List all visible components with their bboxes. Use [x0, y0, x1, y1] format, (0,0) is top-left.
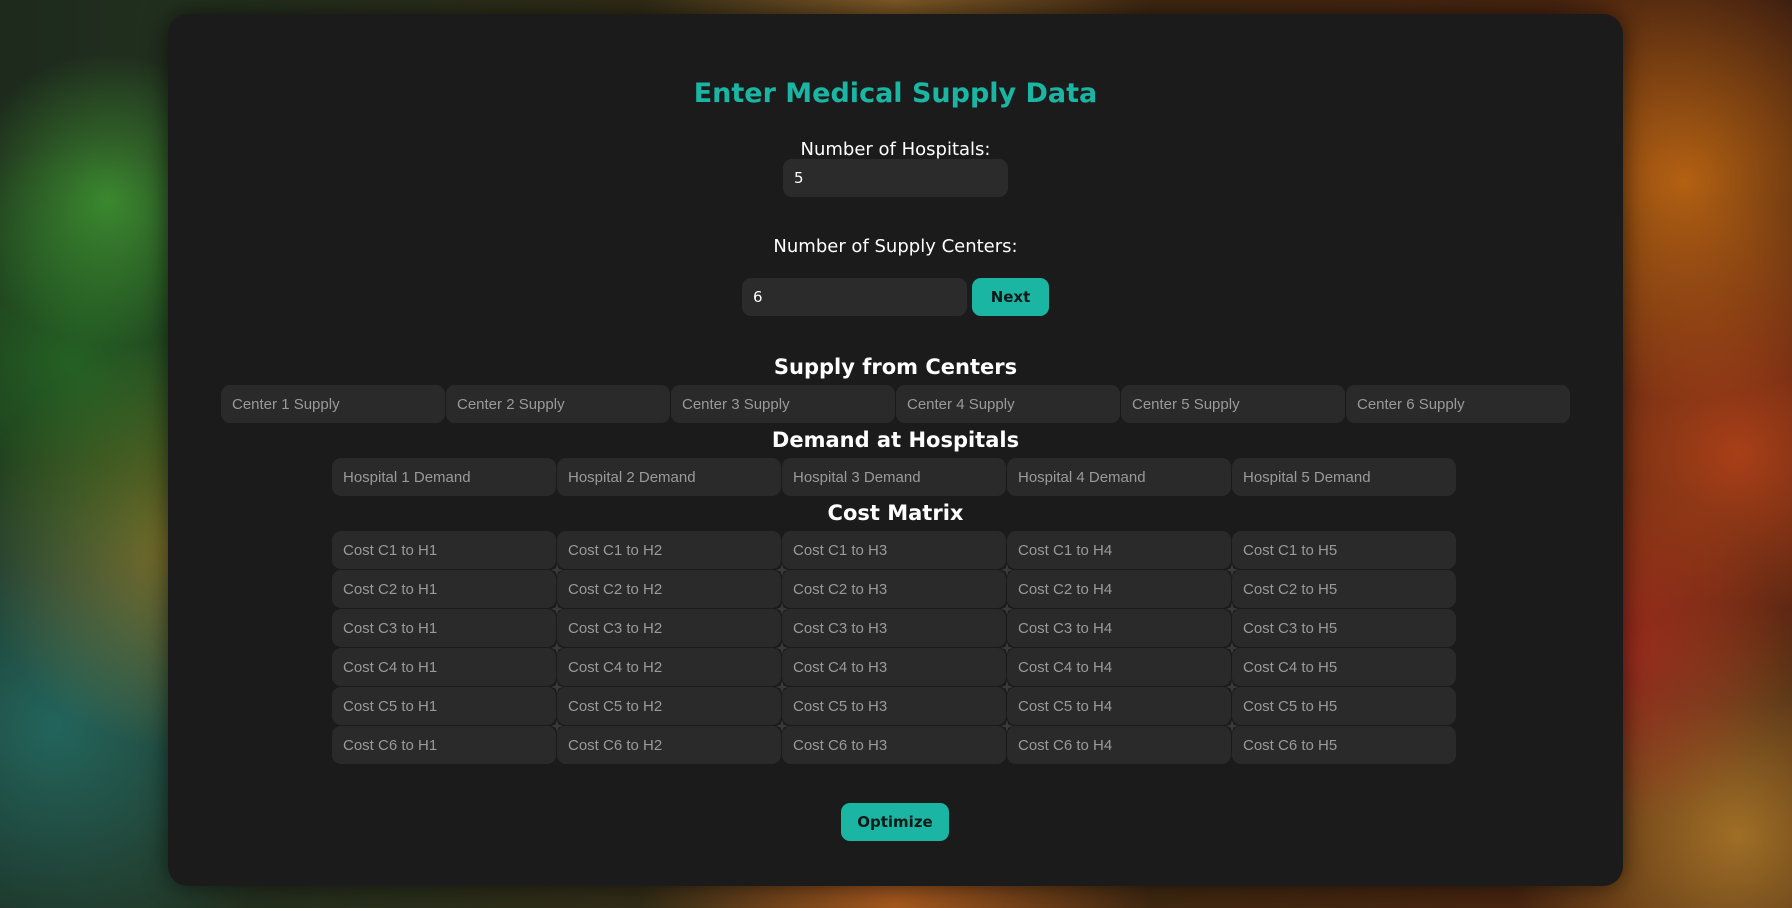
- cost-input[interactable]: [1007, 648, 1231, 686]
- center-supply-input[interactable]: [446, 385, 670, 423]
- hospital-demand-input[interactable]: [557, 458, 781, 496]
- demand-section-title: Demand at Hospitals: [771, 428, 1020, 452]
- cost-input[interactable]: [782, 531, 1006, 569]
- cost-input[interactable]: [1232, 609, 1456, 647]
- cost-matrix-row: [332, 648, 1456, 686]
- cost-input[interactable]: [1007, 726, 1231, 764]
- supply-data-panel: Enter Medical Supply Data Number of Hosp…: [168, 14, 1623, 886]
- center-supply-input[interactable]: [221, 385, 445, 423]
- cost-matrix: [332, 531, 1456, 765]
- cost-input[interactable]: [1007, 570, 1231, 608]
- cost-input[interactable]: [1232, 531, 1456, 569]
- cost-input[interactable]: [332, 687, 556, 725]
- cost-input[interactable]: [557, 609, 781, 647]
- cost-input[interactable]: [782, 726, 1006, 764]
- hospitals-count-input[interactable]: [783, 159, 1008, 197]
- center-supply-input[interactable]: [671, 385, 895, 423]
- hospital-demand-input[interactable]: [332, 458, 556, 496]
- supply-inputs-row: [221, 385, 1570, 423]
- cost-input[interactable]: [782, 687, 1006, 725]
- center-supply-input[interactable]: [1346, 385, 1570, 423]
- supply-section-title: Supply from Centers: [773, 355, 1018, 379]
- cost-input[interactable]: [1007, 609, 1231, 647]
- cost-matrix-row: [332, 609, 1456, 647]
- cost-input[interactable]: [332, 726, 556, 764]
- centers-count-input[interactable]: [742, 278, 967, 316]
- cost-matrix-row: [332, 726, 1456, 764]
- center-supply-input[interactable]: [1121, 385, 1345, 423]
- cost-input[interactable]: [1007, 531, 1231, 569]
- cost-input[interactable]: [557, 687, 781, 725]
- cost-input[interactable]: [1232, 570, 1456, 608]
- cost-input[interactable]: [782, 648, 1006, 686]
- cost-matrix-row: [332, 531, 1456, 569]
- cost-input[interactable]: [1232, 726, 1456, 764]
- optimize-button[interactable]: Optimize: [841, 803, 949, 841]
- cost-matrix-row: [332, 687, 1456, 725]
- next-button[interactable]: Next: [972, 278, 1049, 316]
- center-supply-input[interactable]: [896, 385, 1120, 423]
- cost-input[interactable]: [332, 531, 556, 569]
- cost-input[interactable]: [1007, 687, 1231, 725]
- hospital-demand-input[interactable]: [782, 458, 1006, 496]
- cost-input[interactable]: [1232, 648, 1456, 686]
- cost-section-title: Cost Matrix: [827, 501, 964, 525]
- cost-input[interactable]: [557, 570, 781, 608]
- hospitals-label: Number of Hospitals:: [800, 139, 991, 160]
- cost-input[interactable]: [332, 648, 556, 686]
- cost-input[interactable]: [782, 609, 1006, 647]
- centers-label: Number of Supply Centers:: [773, 236, 1018, 257]
- cost-input[interactable]: [557, 726, 781, 764]
- cost-input[interactable]: [332, 570, 556, 608]
- cost-matrix-row: [332, 570, 1456, 608]
- cost-input[interactable]: [557, 648, 781, 686]
- cost-input[interactable]: [1232, 687, 1456, 725]
- hospital-demand-input[interactable]: [1232, 458, 1456, 496]
- page-title: Enter Medical Supply Data: [693, 78, 1098, 109]
- demand-inputs-row: [332, 458, 1456, 496]
- cost-input[interactable]: [332, 609, 556, 647]
- cost-input[interactable]: [557, 531, 781, 569]
- hospital-demand-input[interactable]: [1007, 458, 1231, 496]
- cost-input[interactable]: [782, 570, 1006, 608]
